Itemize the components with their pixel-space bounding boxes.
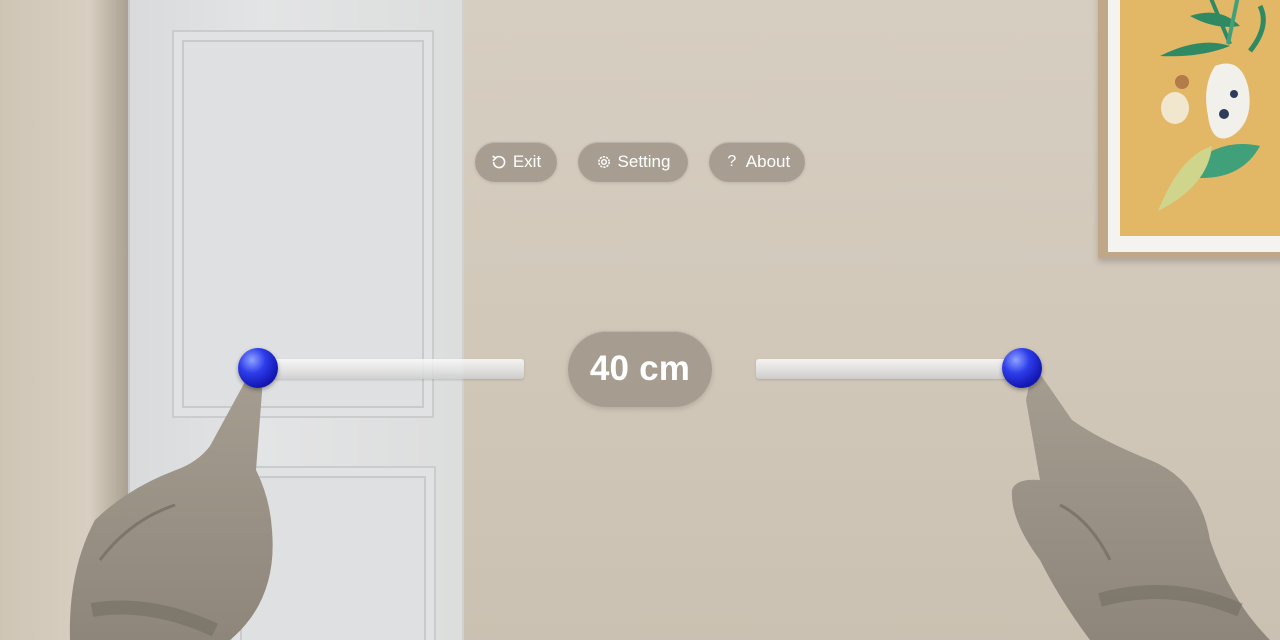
- right-anchor-point[interactable]: [1002, 348, 1042, 388]
- door-frame-shadow: [90, 0, 128, 640]
- door-panel-bottom: [230, 466, 436, 640]
- setting-label: Setting: [617, 152, 671, 171]
- about-label: About: [745, 152, 791, 171]
- undo-icon: [491, 154, 507, 170]
- distance-readout: 40 cm: [568, 331, 712, 407]
- ar-measurement-scene: Exit Setting ? About 40 cm: [0, 0, 1280, 640]
- painting: [1120, 0, 1280, 236]
- about-button[interactable]: ? About: [709, 142, 805, 182]
- exit-label: Exit: [512, 152, 542, 171]
- setting-button[interactable]: Setting: [578, 142, 688, 182]
- gear-icon: [596, 154, 612, 170]
- left-anchor-point[interactable]: [238, 348, 278, 388]
- measure-line-right: [756, 359, 1012, 379]
- measure-line-left: [262, 359, 524, 379]
- exit-button[interactable]: Exit: [475, 142, 557, 182]
- distance-value: 40 cm: [589, 349, 691, 388]
- question-icon: ?: [727, 153, 737, 170]
